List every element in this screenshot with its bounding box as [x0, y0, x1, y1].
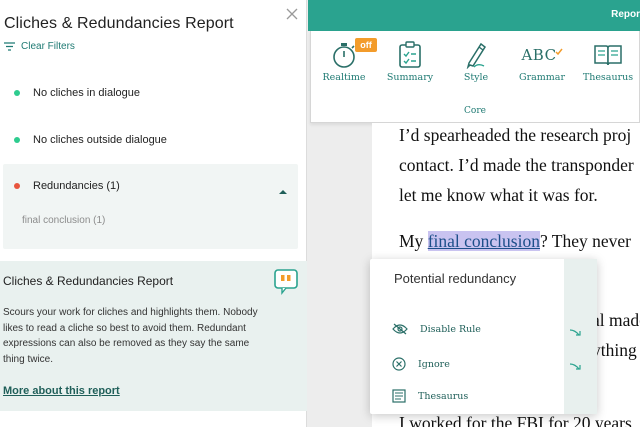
pencil-icon [443, 40, 509, 70]
popup-item-label: Ignore [418, 358, 450, 370]
section-label-core: Core [464, 106, 486, 116]
clipboard-icon [377, 40, 443, 70]
status-dot [14, 90, 20, 96]
caret-up-icon[interactable] [279, 182, 287, 200]
filter-item-label: No cliches in dialogue [33, 87, 141, 99]
x-circle-icon [392, 357, 406, 371]
corner-arrow-icon[interactable] [569, 325, 583, 343]
close-icon[interactable] [284, 6, 300, 22]
ignore-button[interactable]: Ignore [392, 357, 450, 371]
popup-item-label: Thesaurus [418, 390, 469, 402]
redundancy-occurrence[interactable]: final conclusion (1) [22, 215, 105, 226]
doc-line: I worked for the FBI for 20 years [399, 413, 632, 427]
report-panel: Cliches & Redundancies Report Clear Filt… [0, 0, 307, 427]
tool-thesaurus[interactable]: Thesaurus [575, 40, 640, 83]
panel-title: Cliches & Redundancies Report [4, 15, 234, 32]
popup-title: Potential redundancy [394, 271, 517, 286]
quote-icon [274, 269, 298, 300]
corner-arrow-icon[interactable] [569, 359, 583, 377]
tool-style[interactable]: Style [443, 40, 509, 83]
off-badge: off [355, 38, 377, 52]
doc-text: ? They never [539, 231, 631, 251]
doc-line: ything [592, 340, 637, 360]
tool-label: Thesaurus [582, 72, 634, 83]
doc-line: al made [592, 310, 640, 330]
tool-grammar[interactable]: ABC Grammar [509, 40, 575, 83]
doc-line: contact. I’d made the transponder [399, 155, 634, 175]
clear-filters-button[interactable]: Clear Filters [4, 41, 75, 52]
filter-icon [4, 42, 15, 51]
status-dot [14, 137, 20, 143]
doc-line: I’d spearheaded the research proj [399, 125, 632, 145]
filter-item-redundancies[interactable]: Redundancies (1) [14, 180, 120, 192]
filter-item-label: No cliches outside dialogue [33, 134, 167, 146]
redundancies-section: Redundancies (1) final conclusion (1) [3, 164, 298, 249]
popup-item-label: Disable Rule [420, 323, 481, 335]
top-bar-title: Repor [611, 9, 640, 20]
top-bar: Repor [308, 0, 640, 31]
filter-item-cliches-outside-dialogue[interactable]: No cliches outside dialogue [14, 134, 167, 146]
suggestion-popup: Potential redundancy Disable Rule Ignore… [370, 259, 597, 414]
clear-filters-label: Clear Filters [21, 41, 75, 52]
info-description: Scours your work for cliches and highlig… [3, 307, 258, 365]
tool-label: Style [463, 72, 489, 83]
highlighted-redundancy[interactable]: final conclusion [427, 231, 540, 251]
abc-icon-text: ABC [521, 46, 557, 64]
status-dot [14, 183, 20, 189]
tool-label: Realtime [322, 72, 366, 83]
tool-label: Grammar [518, 72, 565, 83]
abc-check-icon: ABC [509, 40, 575, 70]
report-toolbar: Realtime off Summary Style ABC Grammar T… [310, 31, 640, 123]
info-title: Cliches & Redundancies Report [3, 274, 174, 288]
tool-label: Summary [386, 72, 434, 83]
filter-item-cliches-dialogue[interactable]: No cliches in dialogue [14, 87, 140, 99]
book-icon [575, 40, 640, 70]
popup-thesaurus-button[interactable]: Thesaurus [392, 389, 468, 403]
book-icon [392, 389, 406, 403]
report-info-box: Cliches & Redundancies Report Scours you… [0, 261, 307, 411]
doc-line: My final conclusion? They never [399, 231, 631, 252]
disable-rule-button[interactable]: Disable Rule [392, 323, 481, 335]
doc-line: let me know what it was for. [399, 185, 598, 205]
more-about-report-link[interactable]: More about this report [3, 385, 120, 397]
doc-text: My [399, 231, 428, 251]
eye-off-icon [392, 323, 408, 335]
filter-item-label: Redundancies (1) [33, 180, 120, 192]
tool-summary[interactable]: Summary [377, 40, 443, 83]
